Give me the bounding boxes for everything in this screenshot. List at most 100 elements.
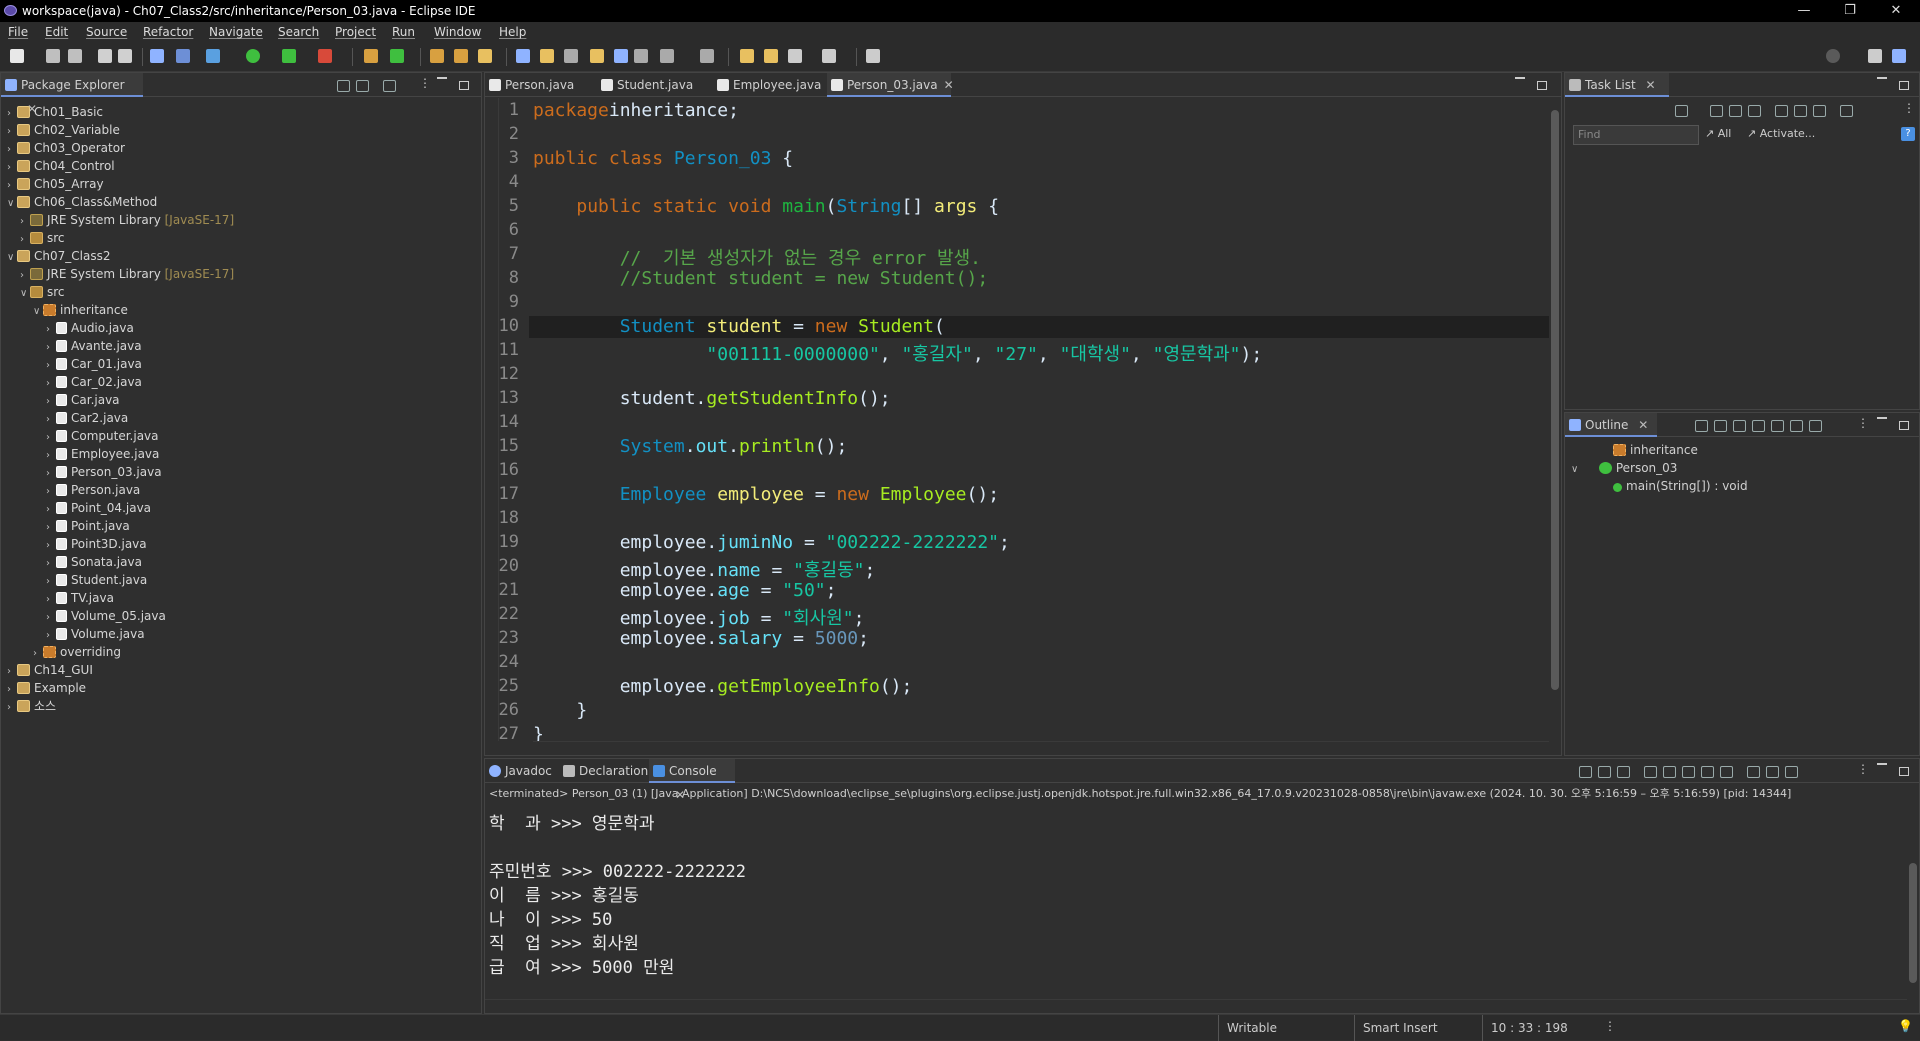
code-editor[interactable]: 1 packageinheritance; 2 3 public class Perso… (485, 98, 1561, 755)
new-java-project-icon[interactable] (364, 49, 378, 63)
tree-item[interactable]: › Ch05_Array (7, 175, 104, 193)
next-annotation-icon[interactable] (660, 49, 674, 63)
tree-item[interactable]: › Point.java (46, 517, 130, 535)
menu-file[interactable]: File (8, 22, 28, 42)
code-line[interactable]: // 기본 생성자가 없는 경우 error 발생. (533, 244, 981, 270)
pin-console-icon[interactable] (1747, 765, 1760, 778)
maximize-view-button[interactable] (1899, 767, 1909, 776)
close-icon[interactable]: ✕ (1638, 418, 1648, 432)
help-icon[interactable]: ? (1901, 127, 1915, 141)
code-line[interactable]: student.getStudentInfo(); (533, 388, 891, 409)
tree-item[interactable]: › Audio.java (46, 319, 134, 337)
tab-javadoc[interactable]: Javadoc (485, 759, 555, 783)
tree-item[interactable]: › src (20, 229, 65, 247)
outline-item[interactable]: ∨ Person_03 (1571, 459, 1677, 477)
sort-icon[interactable] (1695, 419, 1708, 432)
maximize-view-button[interactable] (1899, 81, 1909, 90)
chevron-down-icon[interactable]: ∨ (1571, 461, 1581, 479)
activate-icon[interactable] (1840, 104, 1853, 117)
view-menu-icon[interactable]: ⋮ (1903, 101, 1915, 115)
minimize-editor-button[interactable] (1515, 77, 1525, 79)
editor-tab[interactable]: Student.java (597, 73, 709, 97)
display-console-icon[interactable] (1766, 765, 1779, 778)
hide-completed-icon[interactable] (1775, 104, 1788, 117)
code-line[interactable]: public class Person_03 { (533, 148, 793, 169)
redo-icon[interactable] (118, 49, 132, 63)
tree-item[interactable]: › Ch01_Basic (7, 103, 103, 121)
save-icon[interactable] (46, 49, 60, 63)
tree-item[interactable]: › Ch14_GUI (7, 661, 93, 679)
code-line[interactable]: employee.age = "50"; (533, 580, 837, 601)
word-wrap-icon[interactable] (634, 49, 648, 63)
hide-nonpublic-icon[interactable] (1771, 419, 1784, 432)
menu-refactor[interactable]: Refactor (143, 22, 193, 42)
tree-item[interactable]: › Car_01.java (46, 355, 142, 373)
tree-item[interactable]: › Ch03_Operator (7, 139, 125, 157)
undo-icon[interactable] (98, 49, 112, 63)
tab-console[interactable]: Console ✕ (649, 759, 735, 802)
focus-icon[interactable] (1794, 104, 1807, 117)
link-editor-icon[interactable] (356, 79, 369, 92)
sync-icon[interactable] (1748, 104, 1761, 117)
toggle-icon[interactable] (176, 49, 190, 63)
show-whitespace-icon[interactable] (590, 49, 604, 63)
code-line[interactable]: employee.getEmployeeInfo(); (533, 676, 913, 697)
code-line[interactable]: System.out.println(); (533, 436, 848, 457)
pin-editor-icon[interactable] (866, 49, 880, 63)
editor-horizontal-scrollbar[interactable] (533, 741, 1549, 755)
minimize-window-button[interactable]: — (1786, 0, 1822, 22)
activate-link[interactable]: ↗ Activate... (1747, 127, 1815, 140)
annotation-icon[interactable] (516, 49, 530, 63)
status-menu-icon[interactable]: ⋮ (1604, 1019, 1616, 1033)
search-icon[interactable] (1826, 49, 1840, 63)
tree-item[interactable]: › Sonata.java (46, 553, 142, 571)
tree-item[interactable]: › Person_03.java (46, 463, 162, 481)
hide-static-icon[interactable] (1752, 419, 1765, 432)
maximize-view-button[interactable] (1899, 421, 1909, 430)
editor-tab[interactable]: Person.java (485, 73, 593, 97)
code-line[interactable]: public static void main(String[] args { (533, 196, 999, 217)
close-icon[interactable]: ✕ (1646, 78, 1656, 92)
tree-item[interactable]: › Computer.java (46, 427, 159, 445)
categorized-icon[interactable] (1710, 104, 1723, 117)
tree-item[interactable]: › Ch02_Variable (7, 121, 120, 139)
hide-fields-icon[interactable] (1733, 419, 1746, 432)
remove-launch-icon[interactable] (1598, 765, 1611, 778)
view-menu-icon[interactable]: ⋮ (419, 76, 431, 90)
terminal-icon[interactable] (150, 49, 164, 63)
forward-icon[interactable] (822, 49, 836, 63)
collapse-icon[interactable] (1813, 104, 1826, 117)
code-line[interactable]: packageinheritance; (533, 100, 739, 121)
console-output[interactable]: 학 과 >>> 영문학과 주민번호 >>> 002222-2222222 이 름 >… (485, 805, 1919, 997)
code-line[interactable]: employee.juminNo = "002222-2222222"; (533, 532, 1010, 553)
maximize-editor-button[interactable] (1537, 81, 1547, 90)
java-perspective-icon[interactable] (1892, 49, 1906, 63)
tree-item[interactable]: › JRE System Library [JavaSE-17] (20, 265, 234, 283)
tree-item[interactable]: › Employee.java (46, 445, 159, 463)
tree-item[interactable]: › Student.java (46, 571, 147, 589)
terminate-icon[interactable] (1579, 765, 1592, 778)
new-task-icon[interactable] (1675, 104, 1688, 117)
open-task-icon[interactable] (454, 49, 468, 63)
show-on-error-icon[interactable] (1720, 765, 1733, 778)
remove-all-icon[interactable] (1617, 765, 1630, 778)
chevron-down-icon[interactable]: ∨ (20, 285, 30, 303)
save-all-icon[interactable] (68, 49, 82, 63)
chevron-down-icon[interactable]: ∨ (7, 195, 17, 213)
tree-item[interactable]: › Volume.java (46, 625, 145, 643)
insert-mode-status[interactable]: Smart Insert (1354, 1015, 1482, 1041)
external-tools-icon[interactable] (318, 49, 332, 63)
tree-item[interactable]: ∨ src (20, 283, 65, 301)
editor-vertical-scrollbar[interactable] (1549, 98, 1561, 741)
tab-package-explorer[interactable]: Package Explorer ✕ (1, 73, 143, 116)
view-menu-icon[interactable]: ⋮ (1857, 416, 1869, 430)
tree-item[interactable]: ∨ Ch07_Class2 (7, 247, 110, 265)
tree-item[interactable]: › Avante.java (46, 337, 142, 355)
chevron-down-icon[interactable]: ∨ (33, 303, 43, 321)
minimize-view-button[interactable] (1877, 417, 1887, 419)
tree-item[interactable]: › Example (7, 679, 86, 697)
code-line[interactable]: employee.job = "회사원"; (533, 604, 865, 630)
tree-item[interactable]: › Point_04.java (46, 499, 151, 517)
code-line[interactable]: Employee employee = new Employee(); (533, 484, 999, 505)
code-line[interactable]: //Student student = new Student(); (533, 268, 988, 289)
